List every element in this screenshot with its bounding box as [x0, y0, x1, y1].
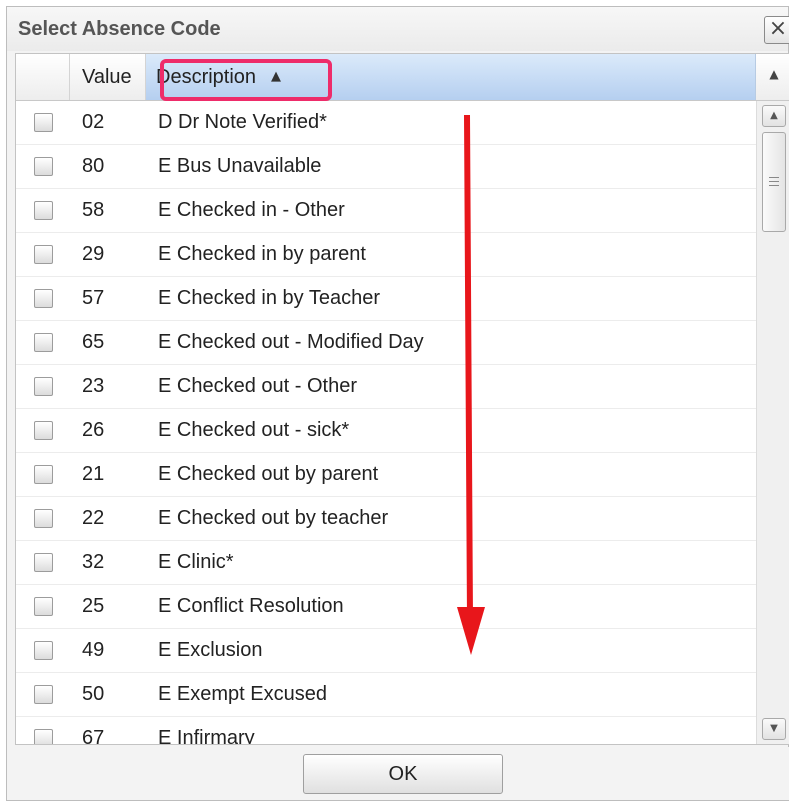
absence-code-value: 32	[82, 551, 105, 573]
absence-code-value: 57	[82, 287, 105, 309]
row-checkbox[interactable]	[34, 157, 53, 176]
table-row[interactable]: 29 E Checked in by parent	[16, 233, 756, 277]
row-checkbox[interactable]	[34, 377, 53, 396]
absence-code-description: E Checked in - Other	[158, 199, 345, 221]
header-scroll-up-icon[interactable]: ▲	[756, 54, 789, 100]
row-checkbox[interactable]	[34, 597, 53, 616]
table-row[interactable]: 58 E Checked in - Other	[16, 189, 756, 233]
absence-code-description: E Bus Unavailable	[158, 155, 322, 177]
absence-code-description: E Checked out by teacher	[158, 507, 389, 529]
absence-code-value: 21	[82, 463, 105, 485]
table-row[interactable]: 32 E Clinic*	[16, 541, 756, 585]
row-checkbox[interactable]	[34, 201, 53, 220]
table-row[interactable]: 50 E Exempt Excused	[16, 673, 756, 717]
row-checkbox[interactable]	[34, 465, 53, 484]
grid-header: Value Description ▲ ▲	[16, 54, 789, 101]
absence-code-description: E Checked out - Other	[158, 375, 357, 397]
row-checkbox[interactable]	[34, 421, 53, 440]
absence-code-value: 22	[82, 507, 105, 529]
select-all-column-header[interactable]	[16, 54, 70, 100]
table-row[interactable]: 49 E Exclusion	[16, 629, 756, 673]
absence-code-description: E Checked in by parent	[158, 243, 366, 265]
absence-code-description: E Infirmary	[158, 727, 255, 745]
dialog-title: Select Absence Code	[18, 18, 221, 40]
absence-code-description: E Checked in by Teacher	[158, 287, 380, 309]
row-checkbox[interactable]	[34, 509, 53, 528]
absence-code-dialog: Select Absence Code × Value Description …	[6, 6, 789, 801]
row-checkbox[interactable]	[34, 289, 53, 308]
thumb-grip-line	[769, 185, 779, 186]
table-row[interactable]: 57 E Checked in by Teacher	[16, 277, 756, 321]
description-column-header[interactable]: Description ▲	[146, 54, 756, 100]
row-checkbox[interactable]	[34, 113, 53, 132]
table-row[interactable]: 65 E Checked out - Modified Day	[16, 321, 756, 365]
table-row[interactable]: 02 D Dr Note Verified*	[16, 101, 756, 145]
absence-code-value: 25	[82, 595, 105, 617]
absence-code-description: E Checked out by parent	[158, 463, 379, 485]
absence-code-description: E Checked out - Modified Day	[158, 331, 424, 353]
absence-code-value: 50	[82, 683, 105, 705]
table-row[interactable]: 21 E Checked out by parent	[16, 453, 756, 497]
scroll-up-button[interactable]: ▲	[762, 105, 786, 127]
absence-code-description: E Exclusion	[158, 639, 263, 661]
table-row[interactable]: 22 E Checked out by teacher	[16, 497, 756, 541]
table-row[interactable]: 80 E Bus Unavailable	[16, 145, 756, 189]
table-row[interactable]: 26 E Checked out - sick*	[16, 409, 756, 453]
scroll-down-button[interactable]: ▼	[762, 718, 786, 740]
row-checkbox[interactable]	[34, 729, 53, 744]
row-checkbox[interactable]	[34, 685, 53, 704]
row-checkbox[interactable]	[34, 245, 53, 264]
dialog-footer: OK	[15, 747, 789, 800]
absence-code-value: 80	[82, 155, 105, 177]
absence-code-grid: Value Description ▲ ▲ 02 D Dr Note Verifi…	[15, 53, 789, 745]
thumb-grip-line	[769, 181, 779, 182]
ok-button[interactable]: OK	[303, 754, 503, 794]
description-header-label: Description	[156, 66, 257, 88]
absence-code-description: D Dr Note Verified*	[158, 111, 327, 133]
table-row[interactable]: 23 E Checked out - Other	[16, 365, 756, 409]
absence-code-value: 02	[82, 111, 105, 133]
absence-code-value: 26	[82, 419, 105, 441]
vertical-scrollbar[interactable]: ▲ ▼	[756, 101, 789, 744]
absence-code-value: 49	[82, 639, 105, 661]
row-checkbox[interactable]	[34, 333, 53, 352]
grid-body: 02 D Dr Note Verified* 80 E Bus Unavailable…	[16, 101, 756, 745]
scroll-thumb[interactable]	[762, 132, 786, 232]
absence-code-description: E Clinic*	[158, 551, 234, 573]
table-row[interactable]: 25 E Conflict Resolution	[16, 585, 756, 629]
table-row[interactable]: 67 E Infirmary	[16, 717, 756, 745]
close-button[interactable]: ×	[764, 16, 789, 44]
absence-code-description: E Conflict Resolution	[158, 595, 344, 617]
dialog-title-bar[interactable]: Select Absence Code ×	[7, 7, 789, 51]
absence-code-description: E Exempt Excused	[158, 683, 327, 705]
absence-code-value: 23	[82, 375, 105, 397]
value-column-header[interactable]: Value	[70, 54, 146, 100]
thumb-grip-line	[769, 177, 779, 178]
absence-code-value: 67	[82, 727, 105, 745]
absence-code-value: 29	[82, 243, 105, 265]
row-checkbox[interactable]	[34, 553, 53, 572]
row-checkbox[interactable]	[34, 641, 53, 660]
absence-code-value: 65	[82, 331, 105, 353]
absence-code-value: 58	[82, 199, 105, 221]
sort-ascending-icon: ▲	[271, 69, 281, 84]
absence-code-description: E Checked out - sick*	[158, 419, 350, 441]
